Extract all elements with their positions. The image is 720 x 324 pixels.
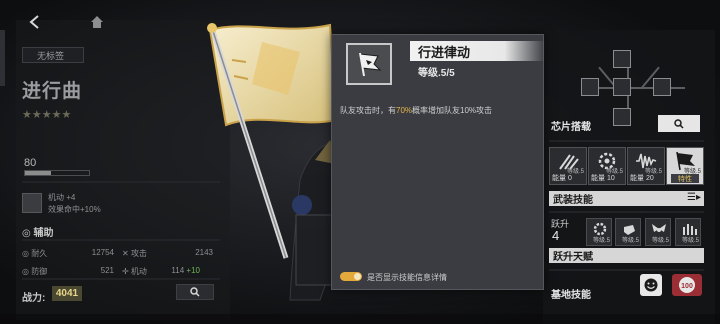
skill-title: 行进律动 xyxy=(418,45,471,60)
armament-label[interactable]: 武装技能 ☰▸ xyxy=(549,191,704,206)
back-arrow-icon xyxy=(29,15,39,29)
tag-label[interactable]: 无标签 xyxy=(22,47,84,63)
stat-chip-icon xyxy=(22,193,42,213)
magnifier-icon xyxy=(674,118,684,129)
armament-skill[interactable]: 等级.5 能量 0 xyxy=(549,147,587,185)
weapon-name: 进行曲 xyxy=(22,81,83,102)
magnifier-icon xyxy=(190,287,200,297)
chip-slot[interactable] xyxy=(613,108,631,126)
section-aux-label: 辅助 xyxy=(33,228,54,239)
attr-value: 2143 xyxy=(195,248,213,257)
flag-icon xyxy=(359,52,382,77)
base-skill-label: 基地技能 xyxy=(551,290,591,301)
armament-skill[interactable]: 等级.5 能量 10 xyxy=(588,147,626,185)
badge-text: 100 xyxy=(681,283,693,290)
zoom-button[interactable] xyxy=(176,284,214,300)
section-aux: ◎ 辅助 xyxy=(22,228,54,239)
leap-skill[interactable]: 等级.5 xyxy=(675,218,701,246)
home-icon xyxy=(91,16,103,28)
leap-level: 4 xyxy=(552,228,560,243)
bonus-line: 机动 +4 xyxy=(48,193,76,202)
chip-slot[interactable] xyxy=(613,78,631,96)
badge-icon: 100 xyxy=(679,277,695,293)
skill-detail-popup[interactable]: 行进律动 等级.5/5 队友攻击时，有70%概率增加队友10%攻击 是否显示技能… xyxy=(331,34,545,290)
bonus-line: 效果命中+10% xyxy=(48,205,101,214)
level-progress-bar xyxy=(24,170,90,176)
attr-value: 521 xyxy=(100,266,114,275)
attr-name: ✛ 机动 xyxy=(122,267,147,276)
details-toggle[interactable] xyxy=(340,272,362,281)
base-skill-button[interactable] xyxy=(640,274,662,296)
skill-description: 队友攻击时，有70%概率增加队友10%攻击 xyxy=(340,106,493,115)
attr-value: 12754 xyxy=(91,248,114,257)
attr-name: ✕ 攻击 xyxy=(122,249,147,258)
expand-icon: ☰▸ xyxy=(687,192,701,203)
edge-handle xyxy=(0,30,5,86)
power-value: 4041 xyxy=(52,286,82,301)
base-skill-badge-button[interactable]: 100 xyxy=(672,274,702,296)
attr-name: ◎ 耐久 xyxy=(22,249,48,258)
star-rating: ★★★★★ xyxy=(22,109,72,121)
chip-zoom-button[interactable] xyxy=(658,115,700,132)
skill-icon-frame xyxy=(346,43,392,85)
chip-slot[interactable] xyxy=(581,78,599,96)
leap-skill[interactable]: 等级.5 xyxy=(586,218,612,246)
chip-slot[interactable] xyxy=(653,78,671,96)
toggle-label: 是否显示技能信息详情 xyxy=(367,273,447,282)
armament-skill[interactable]: 等级.5 能量 20 xyxy=(627,147,665,185)
power-label: 战力: xyxy=(22,293,46,304)
skill-level: 等级.5/5 xyxy=(418,68,455,79)
smiley-icon xyxy=(644,278,658,292)
chip-slot[interactable] xyxy=(613,50,631,68)
leap-talent-label[interactable]: 跃升天赋 xyxy=(549,248,704,263)
home-button[interactable] xyxy=(84,10,110,34)
attr-name: ◎ 防御 xyxy=(22,267,48,276)
back-button[interactable] xyxy=(22,10,48,34)
leap-skill[interactable]: 等级.5 xyxy=(645,218,671,246)
leap-skill[interactable]: 等级.5 xyxy=(615,218,641,246)
attr-value: 114 +10 xyxy=(171,266,200,275)
chip-label: 芯片搭载 xyxy=(551,122,591,133)
level-value: 80 xyxy=(24,157,37,169)
armament-skill-trait[interactable]: 等级.5 特性 xyxy=(666,147,704,185)
